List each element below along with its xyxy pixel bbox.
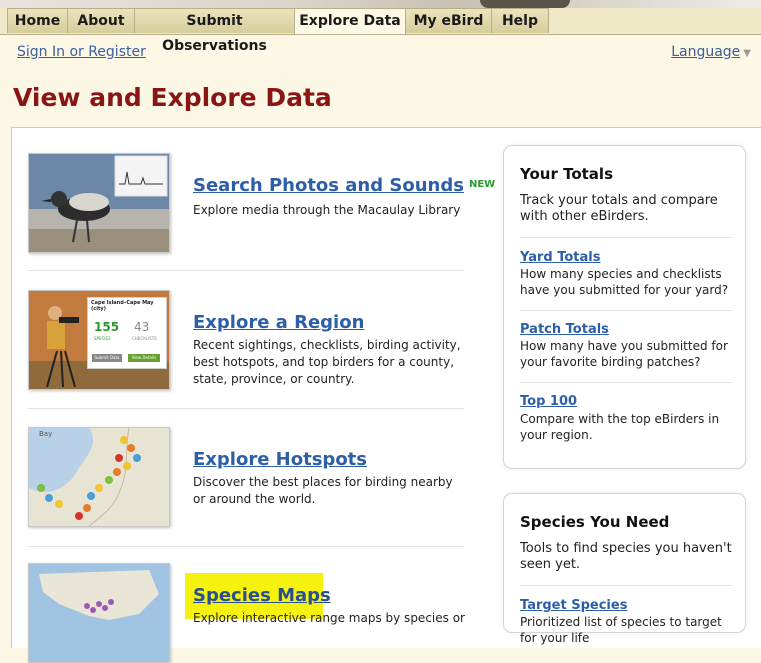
bird-photo-thumbnail[interactable]	[28, 153, 170, 253]
tab-explore-data[interactable]: Explore Data	[294, 8, 406, 34]
tab-help[interactable]: Help	[491, 8, 549, 33]
checklists-count: 43	[134, 320, 150, 334]
new-badge: NEW	[468, 179, 496, 190]
feature-search-photos: Search Photos and Sounds NEW Explore medi…	[28, 153, 495, 263]
divider	[520, 310, 732, 311]
tab-home[interactable]: Home	[7, 8, 68, 33]
divider	[28, 408, 464, 409]
your-totals-intro: Track your totals and compare with other…	[520, 193, 718, 224]
divider	[520, 585, 732, 586]
yard-totals-description: How many species and checklists have you…	[520, 267, 729, 297]
target-species-link[interactable]: Target Species	[520, 598, 627, 613]
sign-in-link[interactable]: Sign In or Register	[17, 44, 146, 60]
language-menu[interactable]: Language ▼	[671, 44, 751, 60]
divider	[520, 237, 732, 238]
divider	[28, 546, 464, 547]
hotspots-map-thumbnail[interactable]: Bay	[28, 427, 170, 527]
explore-hotspots-description: Discover the best places for birding nea…	[193, 475, 453, 506]
view-details-mini-button: View Details	[128, 354, 160, 362]
explore-region-link[interactable]: Explore a Region	[193, 312, 364, 333]
tab-about[interactable]: About	[67, 8, 135, 33]
feature-explore-region: Cape Island–Cape May (city) 155 SPECIES …	[28, 290, 468, 400]
species-count: 155	[94, 320, 120, 334]
species-you-need-box: Species You Need Tools to find species y…	[503, 493, 746, 645]
your-totals-box: Your Totals Track your totals and compar…	[503, 145, 746, 469]
your-totals-heading: Your Totals	[520, 165, 613, 183]
species-label: SPECIES	[94, 336, 111, 341]
feature-species-maps: Species Maps Explore interactive range m…	[28, 563, 468, 663]
header-photo-bird	[480, 0, 570, 8]
patch-totals-description: How many have you submitted for your fav…	[520, 339, 728, 369]
chevron-down-icon: ▼	[743, 48, 751, 59]
top-100-link[interactable]: Top 100	[520, 394, 577, 409]
submit-data-mini-button: Submit Data	[92, 354, 122, 362]
region-summary-card: Cape Island–Cape May (city) 155 SPECIES …	[87, 297, 167, 369]
tab-my-ebird[interactable]: My eBird	[405, 8, 492, 33]
feature-explore-hotspots: Bay Explore Hotspots Discover the best p…	[28, 427, 468, 537]
language-label: Language	[671, 44, 741, 60]
yard-totals-link[interactable]: Yard Totals	[520, 250, 601, 265]
divider	[520, 382, 732, 383]
divider	[28, 270, 464, 271]
species-maps-thumbnail[interactable]	[28, 563, 170, 663]
region-card-title: Cape Island–Cape May (city)	[91, 300, 154, 312]
main-nav: Home About Submit Observations Explore D…	[0, 8, 761, 54]
search-photos-link[interactable]: Search Photos and Sounds NEW	[193, 175, 495, 196]
species-maps-link[interactable]: Species Maps	[193, 585, 331, 606]
region-thumbnail[interactable]: Cape Island–Cape May (city) 155 SPECIES …	[28, 290, 170, 390]
tab-submit-observations[interactable]: Submit Observations	[134, 8, 295, 54]
top-100-description: Compare with the top eBirders in your re…	[520, 412, 720, 442]
patch-totals-link[interactable]: Patch Totals	[520, 322, 609, 337]
species-you-need-intro: Tools to find species you haven't seen y…	[520, 541, 732, 572]
species-you-need-heading: Species You Need	[520, 513, 670, 531]
page-title: View and Explore Data	[13, 83, 332, 112]
checklists-label: CHECKLISTS	[132, 336, 157, 341]
explore-region-description: Recent sightings, checklists, birding ac…	[193, 338, 461, 386]
search-photos-description: Explore media through the Macaulay Libra…	[193, 203, 461, 217]
explore-hotspots-link[interactable]: Explore Hotspots	[193, 449, 367, 470]
map-bay-label: Bay	[39, 430, 53, 438]
header-photo-strip	[0, 0, 761, 8]
